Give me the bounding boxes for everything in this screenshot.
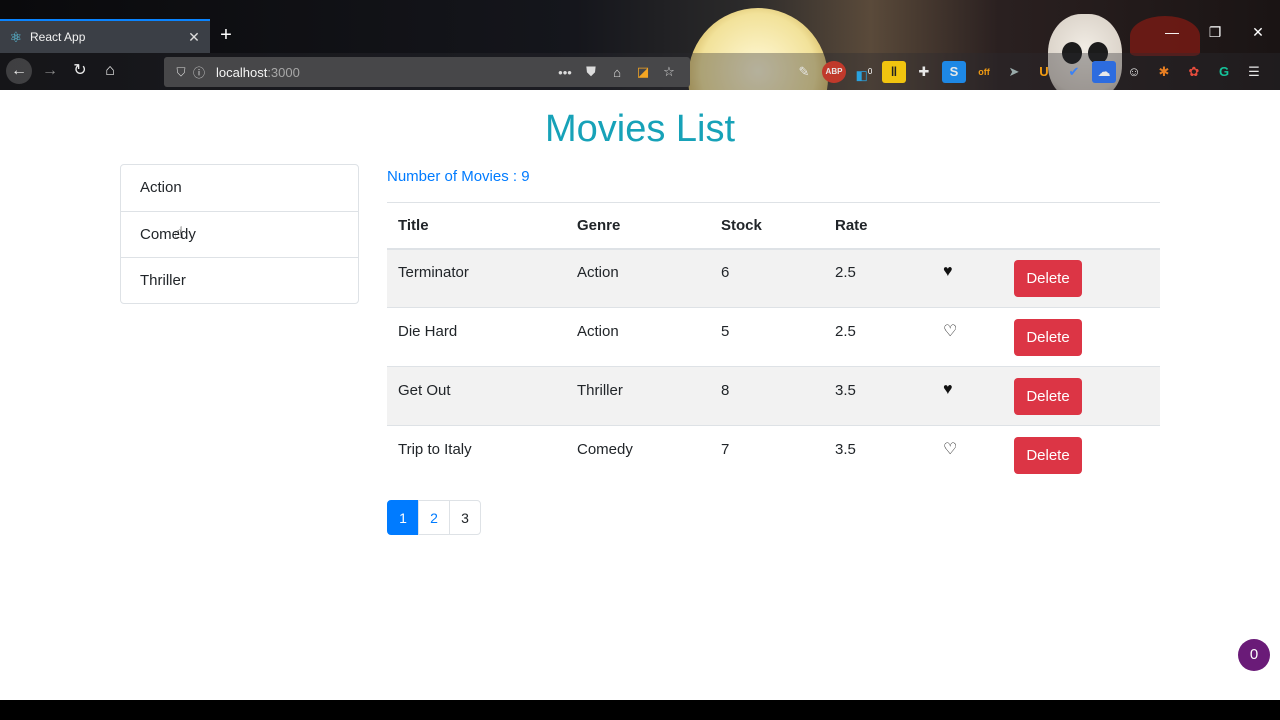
genre-item-thriller[interactable]: Thriller: [121, 257, 358, 303]
pagination: 1 2 3: [387, 500, 481, 535]
grammarly-icon[interactable]: G: [1212, 61, 1236, 83]
home-icon[interactable]: ⌂: [98, 60, 122, 82]
delete-button[interactable]: Delete: [1014, 436, 1082, 474]
movie-rate: 3.5: [824, 366, 932, 426]
movie-genre: Action: [566, 248, 710, 308]
column-header-stock[interactable]: Stock: [710, 202, 824, 250]
reload-icon[interactable]: ↻: [68, 60, 92, 82]
column-header-actions: [1003, 202, 1160, 250]
adblock-icon[interactable]: ABP: [822, 61, 846, 83]
settings-extension-icon[interactable]: ✱: [1152, 61, 1176, 83]
column-header-title[interactable]: Title: [387, 202, 566, 250]
browser-tab-active[interactable]: ⚛ React App ✕: [0, 19, 210, 53]
floating-counter-badge[interactable]: 0: [1238, 639, 1270, 671]
home-extension-icon[interactable]: ⌂: [604, 65, 630, 80]
forward-arrow-icon[interactable]: →: [38, 60, 62, 82]
movie-stock: 8: [710, 366, 824, 426]
arrow-extension-icon[interactable]: ➤: [1002, 61, 1026, 83]
table-header-row: Title Genre Stock Rate: [387, 202, 1160, 250]
browser-chrome: ⚛ React App ✕ + — ❐ ✕ ← → ↻ ⌂ ⛉ ⓘ localh…: [0, 0, 1280, 90]
restore-button[interactable]: ❐: [1201, 24, 1229, 41]
browser-window: ⚛ React App ✕ + — ❐ ✕ ← → ↻ ⌂ ⛉ ⓘ localh…: [0, 0, 1280, 700]
table-row: Trip to Italy Comedy 7 3.5 ♡ Delete: [387, 425, 1160, 485]
movie-rate: 2.5: [824, 307, 932, 367]
menu-hamburger-icon[interactable]: ☰: [1242, 61, 1266, 83]
table-row: Get Out Thriller 8 3.5 ♥ Delete: [387, 366, 1160, 426]
app-page: Movies List Action Comedy Thriller Numbe…: [0, 90, 1280, 700]
url-text[interactable]: localhost:3000: [216, 65, 552, 80]
column-header-rate[interactable]: Rate: [824, 202, 932, 250]
bookmark-star-icon[interactable]: ☆: [656, 64, 682, 80]
delete-button[interactable]: Delete: [1014, 259, 1082, 297]
coupon-extension-icon[interactable]: off: [972, 61, 996, 83]
movie-stock: 6: [710, 248, 824, 308]
page-link-1[interactable]: 1: [387, 500, 419, 535]
red-extension-icon[interactable]: ✿: [1182, 61, 1206, 83]
puzzle-extension-icon[interactable]: ✚: [912, 61, 936, 83]
mouse-cursor-icon: ☝: [174, 225, 184, 242]
notification-extension-icon[interactable]: ◧0: [852, 61, 876, 83]
movie-title: Die Hard: [387, 307, 566, 367]
heart-filled-icon[interactable]: ♥: [932, 366, 1003, 426]
address-bar[interactable]: ⛉ ⓘ localhost:3000 ••• ⛊ ⌂ ◪ ☆: [164, 57, 690, 87]
close-window-button[interactable]: ✕: [1244, 24, 1272, 41]
browser-toolbar: ← → ↻ ⌂ ⛉ ⓘ localhost:3000 ••• ⛊ ⌂ ◪ ☆ ✎…: [0, 53, 1280, 90]
column-header-like: [932, 202, 1003, 250]
movie-count: Number of Movies : 9: [387, 168, 530, 185]
movie-rate: 2.5: [824, 248, 932, 308]
movie-genre: Comedy: [566, 425, 710, 485]
shield-icon[interactable]: ⛉: [172, 65, 190, 80]
column-header-genre[interactable]: Genre: [566, 202, 710, 250]
movies-table: Title Genre Stock Rate Terminator Action…: [387, 202, 1160, 485]
page-link-3[interactable]: 3: [449, 500, 481, 535]
movie-rate: 3.5: [824, 425, 932, 485]
movie-genre: Action: [566, 307, 710, 367]
extensions-toolbar: ✎ ABP ◧0 ǁ ✚ S off ➤ U ✔ ☁ ☺ ✱ ✿ G ☰: [792, 61, 1266, 83]
movie-genre: Thriller: [566, 366, 710, 426]
genre-list: Action Comedy Thriller: [120, 164, 359, 304]
genre-item-comedy[interactable]: Comedy: [121, 211, 358, 257]
page-title: Movies List: [544, 108, 736, 150]
movie-stock: 7: [710, 425, 824, 485]
react-atom-icon: ⚛: [9, 29, 23, 45]
info-icon[interactable]: ⓘ: [190, 64, 208, 81]
back-arrow-icon[interactable]: ←: [6, 58, 32, 84]
new-tab-button[interactable]: +: [216, 24, 236, 46]
movie-title: Trip to Italy: [387, 425, 566, 485]
cloud-extension-icon[interactable]: ☁: [1092, 61, 1116, 83]
tab-title: React App: [30, 30, 86, 44]
heart-outline-icon[interactable]: ♡: [932, 425, 1003, 485]
gesture-extension-icon[interactable]: ✎: [792, 61, 816, 83]
genre-item-action[interactable]: Action: [121, 165, 358, 211]
page-link-2[interactable]: 2: [418, 500, 450, 535]
profile-extension-icon[interactable]: ☺: [1122, 61, 1146, 83]
table-row: Terminator Action 6 2.5 ♥ Delete: [387, 248, 1160, 308]
pocket-icon[interactable]: ⛊: [578, 64, 604, 80]
heart-outline-icon[interactable]: ♡: [932, 307, 1003, 367]
movie-title: Terminator: [387, 248, 566, 308]
chart-extension-icon[interactable]: ◪: [630, 64, 656, 80]
page-actions-icon[interactable]: •••: [552, 65, 578, 80]
delete-button[interactable]: Delete: [1014, 318, 1082, 356]
heart-filled-icon[interactable]: ♥: [932, 248, 1003, 308]
movie-stock: 5: [710, 307, 824, 367]
table-row: Die Hard Action 5 2.5 ♡ Delete: [387, 307, 1160, 367]
minimize-button[interactable]: —: [1158, 24, 1186, 40]
close-tab-icon[interactable]: ✕: [186, 29, 202, 46]
u-extension-icon[interactable]: U: [1032, 61, 1056, 83]
movie-title: Get Out: [387, 366, 566, 426]
s-extension-icon[interactable]: S: [942, 61, 966, 83]
delete-button[interactable]: Delete: [1014, 377, 1082, 415]
check-extension-icon[interactable]: ✔: [1062, 61, 1086, 83]
notes-extension-icon[interactable]: ǁ: [882, 61, 906, 83]
